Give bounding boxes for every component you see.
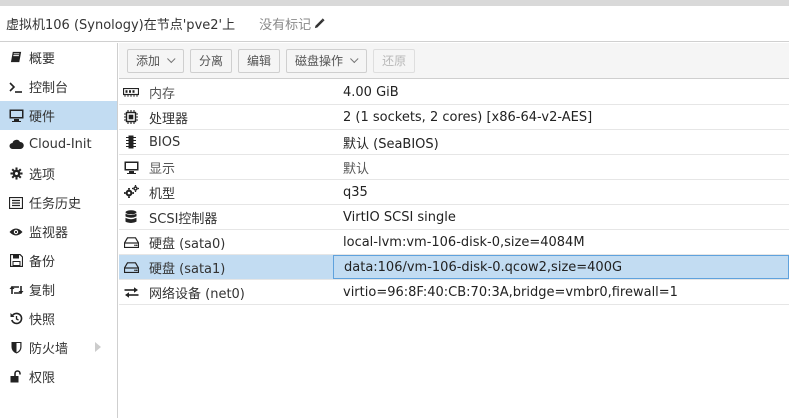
hardware-row-key: BIOS bbox=[149, 134, 181, 150]
disk-action-button[interactable]: 磁盘操作 bbox=[286, 48, 368, 73]
sidebar-item-label: 概要 bbox=[29, 52, 56, 67]
hardware-row-key: 处理器 bbox=[149, 111, 189, 127]
chevron-down-icon bbox=[350, 54, 359, 63]
sidebar-item-firewall[interactable]: 防火墙 bbox=[0, 333, 117, 362]
revert-button-label: 还原 bbox=[382, 54, 407, 68]
cogs-icon bbox=[123, 185, 139, 199]
sidebar-item-label: 备份 bbox=[29, 255, 56, 270]
monitor-icon bbox=[123, 161, 139, 174]
hardware-row-value: data:106/vm-106-disk-0.qcow2,size=400G bbox=[333, 255, 789, 279]
add-button[interactable]: 添加 bbox=[127, 48, 185, 73]
edit-button-label: 编辑 bbox=[247, 54, 272, 68]
disk-action-button-label: 磁盘操作 bbox=[295, 54, 344, 68]
revert-button[interactable]: 还原 bbox=[373, 48, 416, 73]
sidebar-item-cloud-init[interactable]: Cloud-Init bbox=[0, 130, 117, 159]
hardware-row-bios[interactable]: BIOS 默认 (SeaBIOS) bbox=[119, 130, 789, 155]
main-area: 概要 控制台 硬件 Cloud-Init 选项 任务历史 监视器 备份 复制 快… bbox=[0, 43, 789, 418]
hardware-row-key: 内存 bbox=[149, 86, 176, 102]
eye-icon bbox=[8, 224, 24, 240]
edit-button[interactable]: 编辑 bbox=[238, 48, 281, 73]
sidebar-item-label: Cloud-Init bbox=[29, 137, 92, 152]
hardware-row-value: local-lvm:vm-106-disk-0,size=4084M bbox=[343, 234, 585, 250]
sidebar-item-label: 快照 bbox=[29, 313, 56, 328]
sidebar-item-label: 复制 bbox=[29, 284, 56, 299]
hardware-row-key: 显示 bbox=[149, 161, 176, 177]
tags-label: 没有标记 bbox=[259, 18, 312, 33]
list-icon bbox=[8, 195, 24, 211]
cloud-icon bbox=[8, 137, 24, 153]
hardware-row-key: 硬盘 (sata0) bbox=[149, 236, 226, 252]
chevron-down-icon bbox=[167, 54, 176, 63]
add-button-label: 添加 bbox=[136, 54, 161, 68]
sidebar-item-task-history[interactable]: 任务历史 bbox=[0, 188, 117, 217]
memory-icon bbox=[123, 87, 139, 97]
sidebar-item-label: 控制台 bbox=[29, 81, 69, 96]
hardware-row-network-device[interactable]: 网络设备 (net0) virtio=96:8F:40:CB:70:3A,bri… bbox=[119, 280, 789, 305]
sidebar-item-label: 防火墙 bbox=[29, 342, 69, 357]
terminal-icon bbox=[8, 79, 24, 95]
detach-button[interactable]: 分离 bbox=[190, 48, 233, 73]
shield-icon bbox=[8, 340, 24, 356]
tags-edit[interactable]: 没有标记 bbox=[259, 14, 325, 33]
sidebar-item-backup[interactable]: 备份 bbox=[0, 246, 117, 275]
sidebar-item-permissions[interactable]: 权限 bbox=[0, 362, 117, 391]
sidebar-item-options[interactable]: 选项 bbox=[0, 159, 117, 188]
hdd-icon bbox=[123, 261, 139, 273]
hardware-row-value: 默认 bbox=[343, 161, 370, 177]
cpu-icon bbox=[123, 110, 139, 124]
hdd-icon bbox=[123, 236, 139, 248]
hardware-panel: 添加 分离 编辑 磁盘操作 还原 内存 4.00 GiB 处理器 2 (1 so… bbox=[119, 43, 789, 418]
title-bar: 虚拟机106 (Synology)在节点'pve2'上 没有标记 bbox=[0, 6, 789, 42]
hardware-row-key: SCSI控制器 bbox=[149, 211, 218, 227]
hardware-row-hard-disk-sata0[interactable]: 硬盘 (sata0) local-lvm:vm-106-disk-0,size=… bbox=[119, 230, 789, 255]
sidebar-item-hardware[interactable]: 硬件 bbox=[0, 101, 117, 130]
page-title: 虚拟机106 (Synology)在节点'pve2'上 bbox=[6, 18, 236, 33]
hardware-row-value: 2 (1 sockets, 2 cores) [x86-64-v2-AES] bbox=[343, 109, 593, 125]
hardware-row-machine[interactable]: 机型 q35 bbox=[119, 180, 789, 205]
sidebar-item-label: 任务历史 bbox=[29, 197, 82, 212]
exchange-icon bbox=[123, 286, 139, 298]
chevron-right-icon[interactable] bbox=[95, 342, 101, 352]
floppy-icon bbox=[8, 253, 24, 269]
hardware-row-scsi-controller[interactable]: SCSI控制器 VirtIO SCSI single bbox=[119, 205, 789, 230]
hardware-row-key: 机型 bbox=[149, 186, 176, 202]
toolbar: 添加 分离 编辑 磁盘操作 还原 bbox=[119, 43, 789, 79]
history-icon bbox=[8, 311, 24, 327]
detach-button-label: 分离 bbox=[199, 54, 224, 68]
hardware-row-display[interactable]: 显示 默认 bbox=[119, 155, 789, 180]
gear-icon bbox=[8, 166, 24, 182]
hardware-row-value: virtio=96:8F:40:CB:70:3A,bridge=vmbr0,fi… bbox=[343, 284, 678, 300]
sidebar: 概要 控制台 硬件 Cloud-Init 选项 任务历史 监视器 备份 复制 快… bbox=[0, 43, 118, 418]
hardware-row-processor[interactable]: 处理器 2 (1 sockets, 2 cores) [x86-64-v2-AE… bbox=[119, 105, 789, 130]
sidebar-item-replication[interactable]: 复制 bbox=[0, 275, 117, 304]
desktop-icon bbox=[8, 108, 24, 124]
sidebar-item-label: 监视器 bbox=[29, 226, 69, 241]
hardware-row-value: 4.00 GiB bbox=[343, 84, 399, 100]
database-icon bbox=[123, 210, 139, 224]
hardware-row-memory[interactable]: 内存 4.00 GiB bbox=[119, 80, 789, 105]
sidebar-item-console[interactable]: 控制台 bbox=[0, 72, 117, 101]
sidebar-item-label: 选项 bbox=[29, 168, 56, 183]
sidebar-item-summary[interactable]: 概要 bbox=[0, 43, 117, 72]
sidebar-item-monitor[interactable]: 监视器 bbox=[0, 217, 117, 246]
hardware-row-key: 硬盘 (sata1) bbox=[149, 261, 226, 277]
sidebar-item-snapshots[interactable]: 快照 bbox=[0, 304, 117, 333]
unlock-icon bbox=[8, 369, 24, 385]
pencil-icon[interactable] bbox=[314, 18, 325, 29]
hardware-grid: 内存 4.00 GiB 处理器 2 (1 sockets, 2 cores) [… bbox=[119, 80, 789, 305]
hardware-row-value: 默认 (SeaBIOS) bbox=[343, 136, 439, 152]
hardware-row-value: VirtIO SCSI single bbox=[343, 209, 456, 225]
book-icon bbox=[8, 50, 24, 66]
sidebar-item-label: 权限 bbox=[29, 371, 56, 386]
bios-chip-icon bbox=[123, 135, 139, 149]
hardware-row-value: q35 bbox=[343, 184, 368, 200]
retweet-icon bbox=[8, 282, 24, 298]
hardware-row-hard-disk-sata1[interactable]: 硬盘 (sata1) data:106/vm-106-disk-0.qcow2,… bbox=[119, 255, 789, 280]
sidebar-item-label: 硬件 bbox=[29, 110, 56, 125]
hardware-row-key: 网络设备 (net0) bbox=[149, 286, 245, 302]
